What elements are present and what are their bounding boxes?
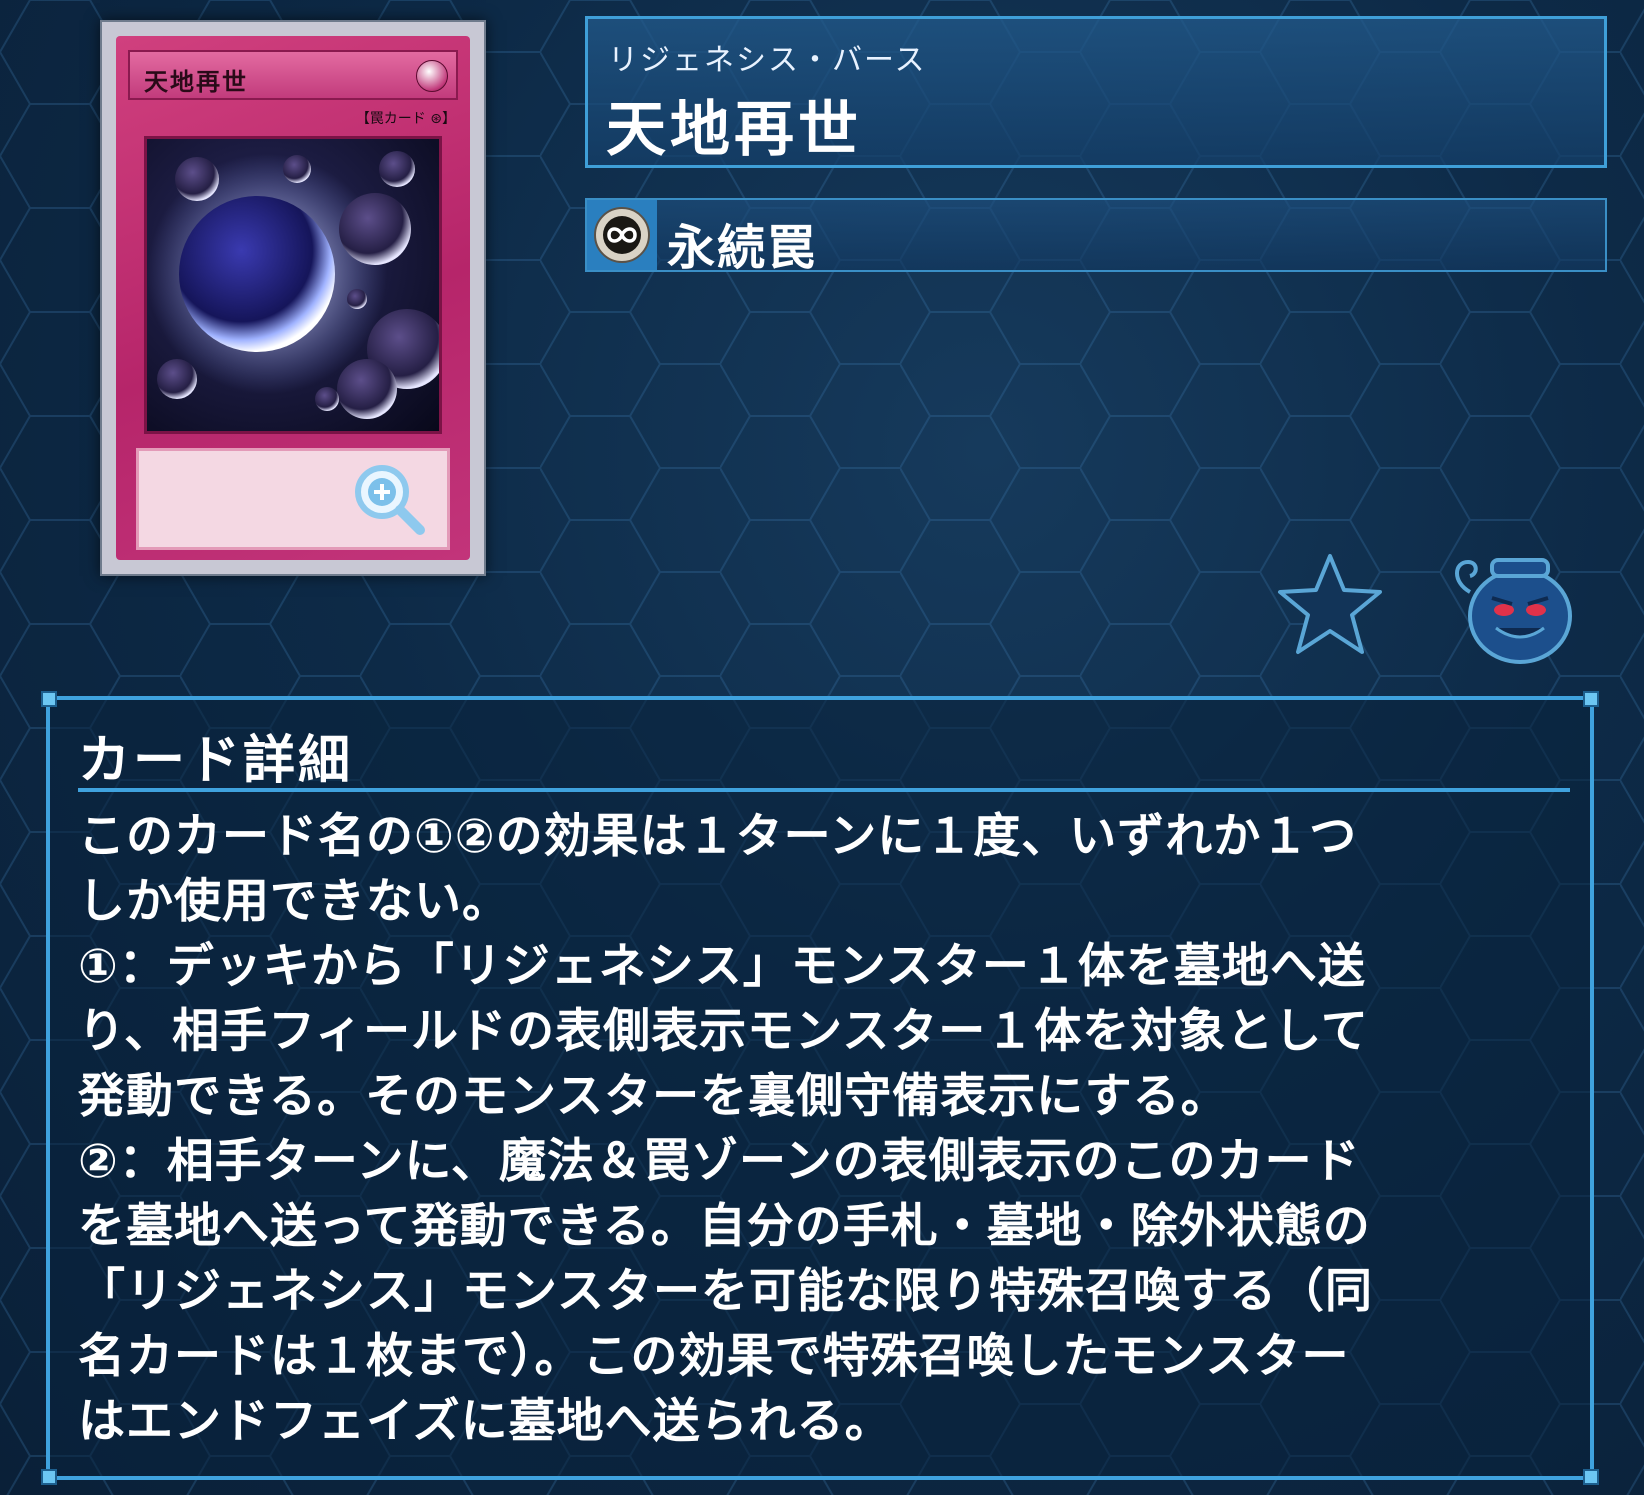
zoom-in-icon[interactable] xyxy=(350,460,430,540)
continuous-icon xyxy=(594,207,650,263)
card-effect-text: このカード名の①②の効果は１ターンに１度、いずれか１つ しか使用できない。 ①：… xyxy=(78,804,1574,1454)
trap-attribute-icon xyxy=(416,60,448,92)
card-name-box: 天地再世 xyxy=(128,50,458,100)
pot-of-greed-icon[interactable] xyxy=(1448,552,1578,668)
card-type-label: 永続罠 xyxy=(667,220,818,276)
card-name-panel: リジェネシス・バース 天地再世 xyxy=(585,16,1607,168)
panel-corner xyxy=(41,1469,57,1485)
effect-line: このカード名の①②の効果は１ターンに１度、いずれか１つ xyxy=(78,809,1358,864)
panel-corner xyxy=(1583,691,1599,707)
effect-line: 「リジェネシス」モンスターを可能な限り特殊召喚する（同 xyxy=(78,1264,1374,1319)
effect-line: り、相手フィールドの表側表示モンスター１体を対象として xyxy=(78,1004,1369,1059)
card-artwork xyxy=(144,136,442,434)
detail-title: カード詳細 xyxy=(78,731,354,791)
detail-divider xyxy=(78,788,1570,792)
card-detail-panel: カード詳細 このカード名の①②の効果は１ターンに１度、いずれか１つ しか使用でき… xyxy=(41,691,1599,1485)
effect-line: しか使用できない。 xyxy=(78,874,510,929)
effect-line: 名カードは１枚まで）。この効果で特殊召喚したモンスター xyxy=(78,1329,1350,1384)
effect-line: を墓地へ送って発動できる。自分の手札・墓地・除外状態の xyxy=(78,1199,1371,1254)
effect-line: ②：相手ターンに、魔法＆罠ゾーンの表側表示のこのカード xyxy=(78,1134,1361,1189)
type-icon-box xyxy=(587,200,657,270)
planet-bubbles-artwork xyxy=(147,151,439,419)
effect-line: はエンドフェイズに墓地へ送られる。 xyxy=(78,1394,893,1449)
card-name-text: 天地再世 xyxy=(144,67,248,96)
effect-line: ①：デッキから「リジェネシス」モンスター１体を墓地へ送 xyxy=(78,939,1366,994)
panel-corner xyxy=(41,691,57,707)
card-title: 天地再世 xyxy=(606,95,862,165)
panel-corner xyxy=(1583,1469,1599,1485)
effect-line: 発動できる。そのモンスターを裏側守備表示にする。 xyxy=(78,1069,1229,1124)
card-type-line: 【罠カード ⊛】 xyxy=(355,111,456,127)
star-icon[interactable] xyxy=(1274,550,1386,662)
card-image[interactable]: 天地再世 【罠カード ⊛】 xyxy=(100,20,486,576)
card-ruby: リジェネシス・バース xyxy=(608,43,927,78)
card-type-panel: 永続罠 xyxy=(585,198,1607,276)
